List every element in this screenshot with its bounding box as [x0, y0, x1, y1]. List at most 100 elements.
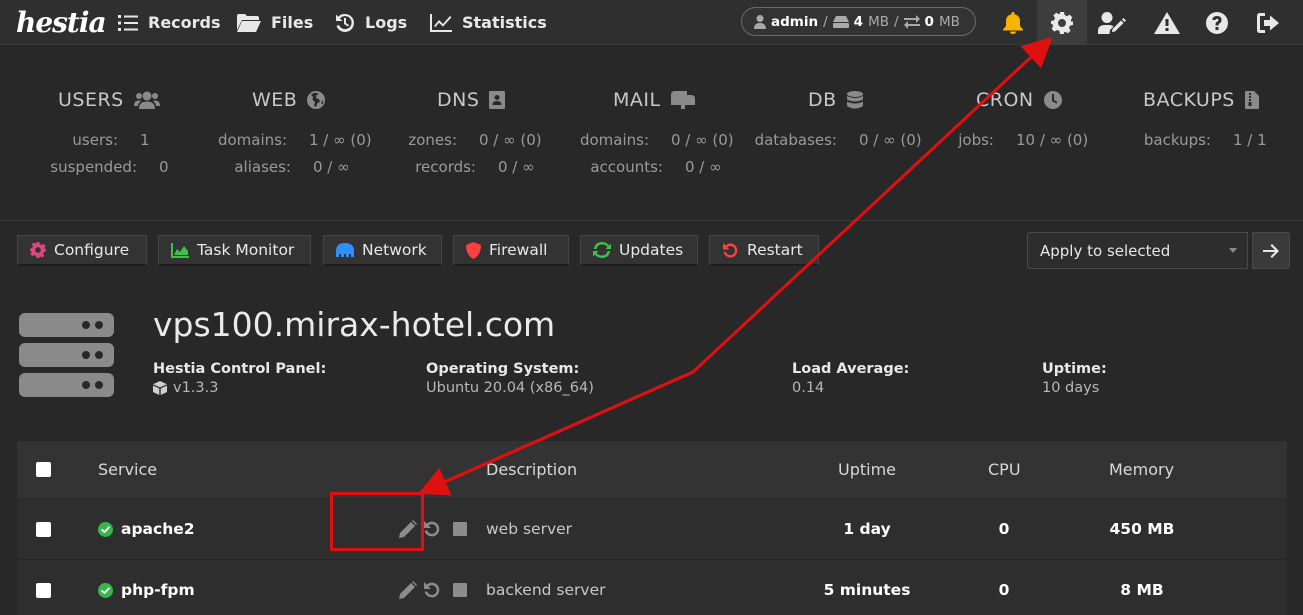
- bulk-action-select[interactable]: Apply to selected: [1027, 232, 1248, 269]
- service-cpu: 0: [998, 581, 1010, 599]
- row-actions: [399, 560, 467, 615]
- nav-records-label: Records: [148, 13, 221, 32]
- stats-panel: USERS users: 1 suspended: 0 WEB domains: 1 …: [0, 46, 1303, 221]
- stat-web[interactable]: WEB: [252, 86, 326, 114]
- stat-title-text: WEB: [252, 89, 298, 111]
- stat-backups-rows: backups: 1 / 1: [0, 126, 1267, 153]
- service-memory: 450 MB: [1109, 520, 1175, 538]
- hestia-logo[interactable]: hestia: [16, 4, 107, 42]
- service-cpu: 0: [998, 520, 1010, 538]
- user-edit-icon: [1098, 11, 1126, 34]
- table-header: Service Description Uptime CPU Memory: [17, 441, 1287, 499]
- annotation-highlight-box: [330, 492, 424, 551]
- row-checkbox[interactable]: [36, 499, 51, 559]
- stat-row: backups: 1 / 1: [0, 126, 1267, 153]
- button-label: Task Monitor: [197, 241, 295, 259]
- header-description[interactable]: Description: [486, 441, 577, 498]
- service-memory: 8 MB: [1120, 581, 1164, 599]
- nav-files-label: Files: [271, 13, 314, 32]
- disk-usage: 4: [853, 13, 864, 30]
- pencil-icon[interactable]: [399, 581, 417, 599]
- stat-value: 1 / 1: [1233, 130, 1267, 149]
- info-label: Hestia Control Panel:: [153, 361, 327, 377]
- stat-value: 0 / ∞: [685, 157, 722, 176]
- stat-web-title: WEB: [252, 86, 326, 114]
- info-value: 0.14: [792, 380, 825, 396]
- restart-icon[interactable]: [423, 520, 441, 538]
- restart-icon[interactable]: [423, 581, 441, 599]
- button-label: Network: [362, 241, 427, 259]
- nav-files[interactable]: Files: [237, 0, 313, 45]
- info-panel-load: Load Average: 0.14: [792, 361, 909, 396]
- hdd-icon: [832, 15, 849, 28]
- ethernet-icon: [336, 243, 354, 257]
- warnings-button[interactable]: [1142, 0, 1192, 45]
- bulk-action-selected: Apply to selected: [1040, 241, 1171, 260]
- user-status-pill[interactable]: admin / 4 MB / 0 MB: [741, 7, 976, 36]
- info-label: Operating System:: [426, 361, 580, 377]
- configure-button[interactable]: Configure: [17, 235, 147, 266]
- info-panel-version: Hestia Control Panel: v1.3.3: [153, 361, 326, 396]
- disk-unit: MB: [868, 13, 889, 30]
- stat-title-text: DB: [808, 89, 837, 111]
- stop-icon[interactable]: [453, 583, 467, 597]
- logout-button[interactable]: [1243, 0, 1293, 45]
- stat-cron[interactable]: CRON: [976, 86, 1062, 114]
- server-settings-button[interactable]: [1037, 0, 1087, 45]
- row-checkbox[interactable]: [36, 560, 51, 615]
- restart-button[interactable]: Restart: [709, 235, 819, 266]
- service-name-cell: php-fpm: [98, 560, 195, 615]
- area-chart-icon: [171, 242, 189, 258]
- stat-title-text: MAIL: [613, 89, 661, 111]
- task-monitor-button[interactable]: Task Monitor: [158, 235, 311, 266]
- database-icon: [846, 91, 863, 109]
- bandwidth-unit: MB: [938, 13, 960, 30]
- header-uptime[interactable]: Uptime: [838, 441, 896, 498]
- info-label: Uptime:: [1042, 361, 1107, 377]
- nav-logs-label: Logs: [365, 13, 408, 32]
- clock-icon: [1043, 91, 1062, 109]
- header-service[interactable]: Service: [98, 441, 157, 498]
- help-button[interactable]: [1192, 0, 1242, 45]
- service-description: web server: [486, 520, 573, 538]
- service-name[interactable]: php-fpm: [121, 581, 195, 599]
- updates-button[interactable]: Updates: [580, 235, 698, 266]
- header-cpu[interactable]: CPU: [988, 441, 1021, 498]
- cog-icon: [30, 242, 46, 258]
- services-table: Service Description Uptime CPU Memory ap…: [17, 441, 1287, 615]
- help-icon: [1206, 11, 1228, 34]
- header-memory[interactable]: Memory: [1109, 441, 1174, 498]
- firewall-button[interactable]: Firewall: [453, 235, 569, 266]
- version-text: v1.3.3: [173, 380, 219, 396]
- stat-db[interactable]: DB: [808, 86, 863, 114]
- exchange-icon: [903, 14, 920, 29]
- stop-icon[interactable]: [453, 522, 467, 536]
- table-row: php-fpm backend server 5 minutes 0 8 MB: [17, 560, 1287, 615]
- network-button[interactable]: Network: [323, 235, 442, 266]
- apply-action-button[interactable]: [1252, 232, 1290, 269]
- stat-cron-title: CRON: [976, 86, 1062, 114]
- info-value: Ubuntu 20.04 (x86_64): [426, 380, 594, 396]
- stat-mail[interactable]: MAIL: [613, 86, 695, 114]
- caret-down-icon: [1229, 248, 1237, 253]
- notifications-button[interactable]: [988, 0, 1038, 45]
- undo-icon: [723, 242, 738, 257]
- file-archive-icon: [1244, 91, 1259, 109]
- status-ok-icon: [98, 521, 113, 537]
- button-label: Firewall: [489, 241, 548, 259]
- nav-records[interactable]: Records: [118, 0, 221, 45]
- edit-profile-button[interactable]: [1087, 0, 1137, 45]
- nav-statistics[interactable]: Statistics: [430, 0, 547, 45]
- users-icon: [133, 91, 160, 109]
- service-description: backend server: [486, 581, 606, 599]
- server-hostname: vps100.mirax-hotel.com: [153, 305, 556, 344]
- stat-dns[interactable]: DNS: [437, 86, 506, 114]
- stat-backups[interactable]: BACKUPS: [1143, 86, 1259, 114]
- gear-icon: [1051, 11, 1073, 34]
- nav-statistics-label: Statistics: [462, 13, 547, 32]
- stat-backups-title: BACKUPS: [1143, 86, 1259, 114]
- stat-users[interactable]: USERS: [58, 86, 160, 114]
- service-name[interactable]: apache2: [121, 520, 195, 538]
- nav-logs[interactable]: Logs: [335, 0, 407, 45]
- select-all-checkbox[interactable]: [36, 441, 51, 498]
